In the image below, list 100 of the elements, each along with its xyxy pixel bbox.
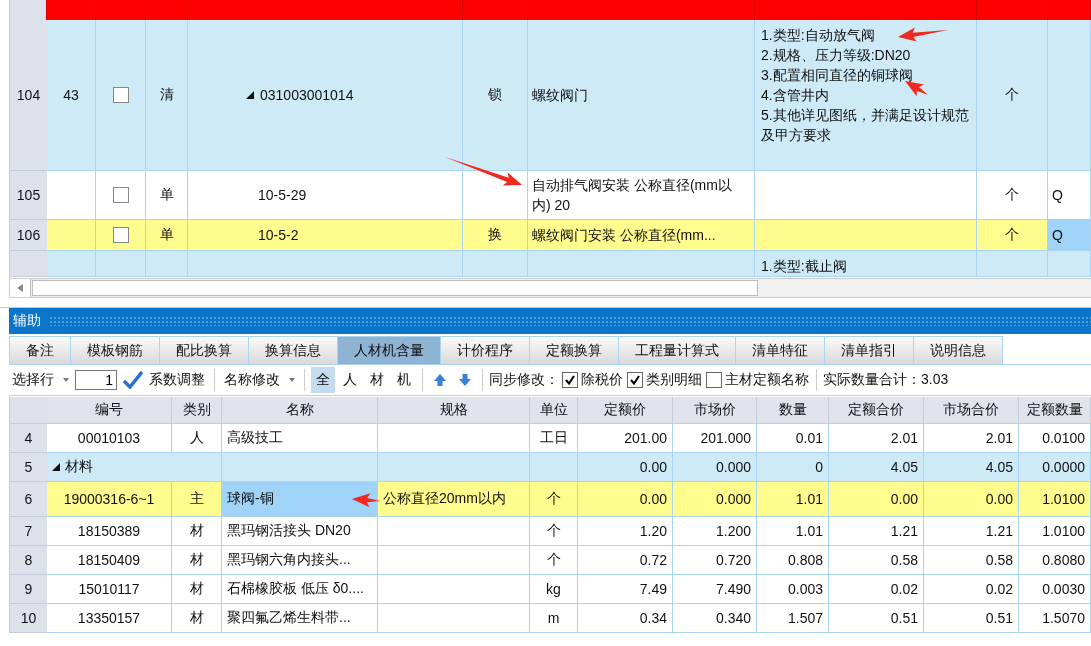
- caret-left-icon: [17, 284, 23, 292]
- row-header[interactable]: 7: [10, 517, 47, 546]
- table-row[interactable]: 106 单 10-5-2 换 螺纹阀门安装 公称直径(mm... 个 Q: [10, 220, 1091, 251]
- tab[interactable]: 清单指引: [825, 336, 914, 364]
- feature-line: 1.类型:自动放气阀: [761, 26, 875, 45]
- tab[interactable]: 模板钢筋: [71, 336, 160, 364]
- table-cell: 031003001014: [260, 87, 354, 103]
- scrollbar-thumb[interactable]: [32, 280, 758, 296]
- checkbox-label[interactable]: 除税价: [581, 371, 623, 389]
- horizontal-scrollbar[interactable]: [9, 278, 1091, 298]
- row-header[interactable]: 4: [10, 424, 47, 453]
- quantity-total: 实际数量合计：3.03: [823, 371, 949, 389]
- table-cell: 材: [172, 604, 222, 633]
- table-row[interactable]: 104 43 清 031003001014 锁 螺纹阀门 1.类型:自动放气阀 2.规格、压力等级:DN20 3.配置相同直径的铜球阀 4.含管井内 5.其他详见图纸，并满足设计规范及甲方要求 个: [10, 20, 1091, 171]
- coefficient-input[interactable]: 1: [75, 370, 117, 390]
- table-cell: 13350157: [47, 604, 172, 633]
- tab[interactable]: 换算信息: [249, 336, 338, 364]
- column-header[interactable]: 市场价: [673, 397, 757, 424]
- tab[interactable]: 清单特征: [736, 336, 825, 364]
- checkbox[interactable]: [112, 187, 129, 203]
- table-cell: 10-5-29: [258, 187, 307, 203]
- checkbox[interactable]: [562, 372, 578, 388]
- column-header[interactable]: 定额数量: [1019, 397, 1091, 424]
- row-header[interactable]: 106: [10, 220, 47, 251]
- annotation-arrow: [905, 81, 928, 97]
- checkbox[interactable]: [706, 372, 722, 388]
- column-header[interactable]: 单位: [530, 397, 578, 424]
- scroll-left-button[interactable]: [10, 279, 31, 297]
- coefficient-adjust-button[interactable]: 系数调整: [120, 367, 208, 393]
- caret-icon: [63, 378, 69, 382]
- column-header[interactable]: 数量: [757, 397, 829, 424]
- annotation-arrow: [898, 27, 948, 42]
- annotation-arrow: [352, 493, 380, 508]
- table-row[interactable]: 105 单 10-5-29 自动排气阀安装 公称直径(mm以内) 20 个 Q: [10, 171, 1091, 220]
- table-cell: 0.340: [673, 604, 757, 633]
- expand-icon[interactable]: [246, 91, 254, 99]
- table-row[interactable]: 5 材料 0.00 0.000 0 4.05 4.05 0.0000: [10, 453, 1091, 482]
- expand-icon[interactable]: [52, 463, 60, 471]
- row-header[interactable]: 5: [10, 453, 47, 482]
- tab[interactable]: 工程量计算式: [619, 336, 736, 364]
- column-header[interactable]: 类别: [172, 397, 222, 424]
- feature-line: 4.含管井内: [761, 86, 829, 105]
- tab[interactable]: 备注: [9, 336, 71, 364]
- filter-button[interactable]: 全: [311, 367, 335, 393]
- row-header[interactable]: 8: [10, 546, 47, 575]
- column-header[interactable]: 编号: [47, 397, 172, 424]
- filter-button[interactable]: 人: [338, 367, 362, 393]
- table-cell: 1.5070: [1019, 604, 1091, 633]
- checkbox[interactable]: [627, 372, 643, 388]
- row-header[interactable]: 105: [10, 171, 47, 220]
- table-cell: 0.51: [924, 604, 1019, 633]
- feature-line: 2.规格、压力等级:DN20: [761, 46, 911, 65]
- column-header[interactable]: 定额价: [578, 397, 673, 424]
- table-cell: 聚四氟乙烯生料带...: [222, 604, 378, 633]
- caret-icon: [289, 378, 295, 382]
- row-header[interactable]: 10: [10, 604, 47, 633]
- tab[interactable]: 配比换算: [160, 336, 249, 364]
- table-row[interactable]: 4 00010103 人 高级技工 工日 201.00 201.000 0.01 2.01 2.01 0.0100: [10, 424, 1091, 453]
- tab[interactable]: 定额换算: [530, 336, 619, 364]
- column-header[interactable]: 定额合价: [829, 397, 924, 424]
- row-header[interactable]: 6: [10, 482, 47, 517]
- filter-button[interactable]: 机: [392, 367, 416, 393]
- check-icon: [123, 371, 143, 389]
- column-header[interactable]: 名称: [222, 397, 378, 424]
- row-header[interactable]: 9: [10, 575, 47, 604]
- row-select-dropdown[interactable]: 选择行: [9, 367, 72, 393]
- row-header[interactable]: 104: [10, 20, 47, 171]
- checkbox-label[interactable]: 类别明细: [646, 371, 702, 389]
- table-cell: 1.507: [757, 604, 829, 633]
- table-row[interactable]: 7 18150389 材 黑玛钢活接头 DN20 个 1.20 1.200 1.01 1.21 1.21 1.0100: [10, 517, 1091, 546]
- row-header: [10, 397, 47, 424]
- move-down-icon[interactable]: [458, 373, 472, 387]
- table-row[interactable]: 8 18150409 材 黑玛钢六角内接头... 个 0.72 0.720 0.808 0.58 0.58 0.8080: [10, 546, 1091, 575]
- checkbox-label[interactable]: 主材定额名称: [725, 371, 809, 389]
- table-cell: 10-5-2: [258, 227, 299, 243]
- table-row[interactable]: 9 15010117 材 石棉橡胶板 低压 δ0.... kg 7.49 7.490 0.003 0.02 0.02 0.0030: [10, 575, 1091, 604]
- table-cell: 材料: [65, 458, 93, 476]
- table-row[interactable]: 10 13350157 材 聚四氟乙烯生料带... m 0.34 0.340 1.507 0.51 0.51 1.5070: [10, 604, 1091, 633]
- rename-dropdown[interactable]: 名称修改: [221, 367, 298, 393]
- table-row[interactable]: 1.类型:截止阀: [10, 251, 1091, 277]
- panel-title: 辅助: [13, 312, 41, 330]
- feature-line: 1.类型:截止阀: [761, 257, 847, 276]
- checkbox[interactable]: [112, 87, 129, 103]
- move-up-icon[interactable]: [433, 373, 447, 387]
- table-cell: Q: [1048, 220, 1091, 251]
- filter-button[interactable]: 材: [365, 367, 389, 393]
- column-header[interactable]: 市场合价: [924, 397, 1019, 424]
- sync-label: 同步修改：: [489, 371, 559, 389]
- tab[interactable]: 说明信息: [914, 336, 1003, 364]
- column-header[interactable]: 规格: [378, 397, 530, 424]
- table-row[interactable]: 6 19000316-6~1 主 球阀-铜 公称直径20mm以内 个 0.00 0.000 1.01 0.00 0.00 1.0100: [10, 482, 1091, 517]
- tab[interactable]: 计价程序: [441, 336, 530, 364]
- table-cell: 球阀-铜: [222, 482, 378, 517]
- feature-line: 3.配置相同直径的铜球阀: [761, 66, 913, 85]
- checkbox[interactable]: [112, 227, 129, 243]
- table-cell: 0.51: [829, 604, 924, 633]
- tab[interactable]: 人材机含量: [338, 336, 441, 364]
- table-cell: 0.34: [578, 604, 673, 633]
- table-cell: m: [530, 604, 578, 633]
- feature-line: 5.其他详见图纸，并满足设计规范及甲方要求: [761, 106, 970, 145]
